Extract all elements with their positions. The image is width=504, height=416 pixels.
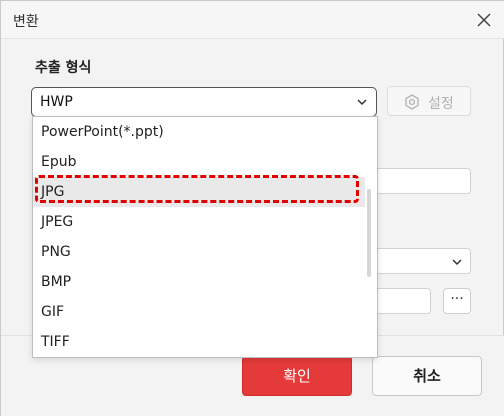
dropdown-item[interactable]: PNG xyxy=(33,237,365,267)
dropdown-item[interactable]: Epub xyxy=(33,147,365,177)
dropdown-item[interactable]: JPEG xyxy=(33,207,365,237)
title-bar: 변환 xyxy=(1,1,504,39)
export-format-label: 추출 형식 xyxy=(35,60,92,76)
settings-button-label: 설정 xyxy=(428,96,454,112)
settings-button[interactable]: 설정 xyxy=(387,86,471,116)
dropdown-item[interactable]: PowerPoint(*.ppt) xyxy=(33,117,365,147)
gear-icon xyxy=(405,94,419,110)
format-select[interactable]: HWP xyxy=(31,87,377,117)
format-select-value: HWP xyxy=(40,94,73,110)
dropdown-item[interactable]: GIF xyxy=(33,297,365,327)
dropdown-scrollbar[interactable] xyxy=(367,189,371,277)
format-dropdown-list: PowerPoint(*.ppt) Epub JPG JPEG PNG BMP … xyxy=(32,116,378,358)
browse-more-button[interactable]: ··· xyxy=(443,288,471,314)
cancel-button[interactable]: 취소 xyxy=(372,356,482,396)
close-icon[interactable] xyxy=(473,9,495,31)
chevron-down-icon xyxy=(452,259,462,266)
chevron-down-icon xyxy=(357,99,367,106)
dropdown-item[interactable]: TIFF xyxy=(33,327,365,357)
convert-dialog: 변환 추출 형식 HWP 설정 ··· 확인 취소 PowerPoint(*.p… xyxy=(0,0,504,416)
dropdown-item-highlighted[interactable]: JPG xyxy=(33,177,365,207)
dropdown-item[interactable]: BMP xyxy=(33,267,365,297)
ok-button[interactable]: 확인 xyxy=(242,356,352,396)
dialog-title: 변환 xyxy=(13,14,39,30)
